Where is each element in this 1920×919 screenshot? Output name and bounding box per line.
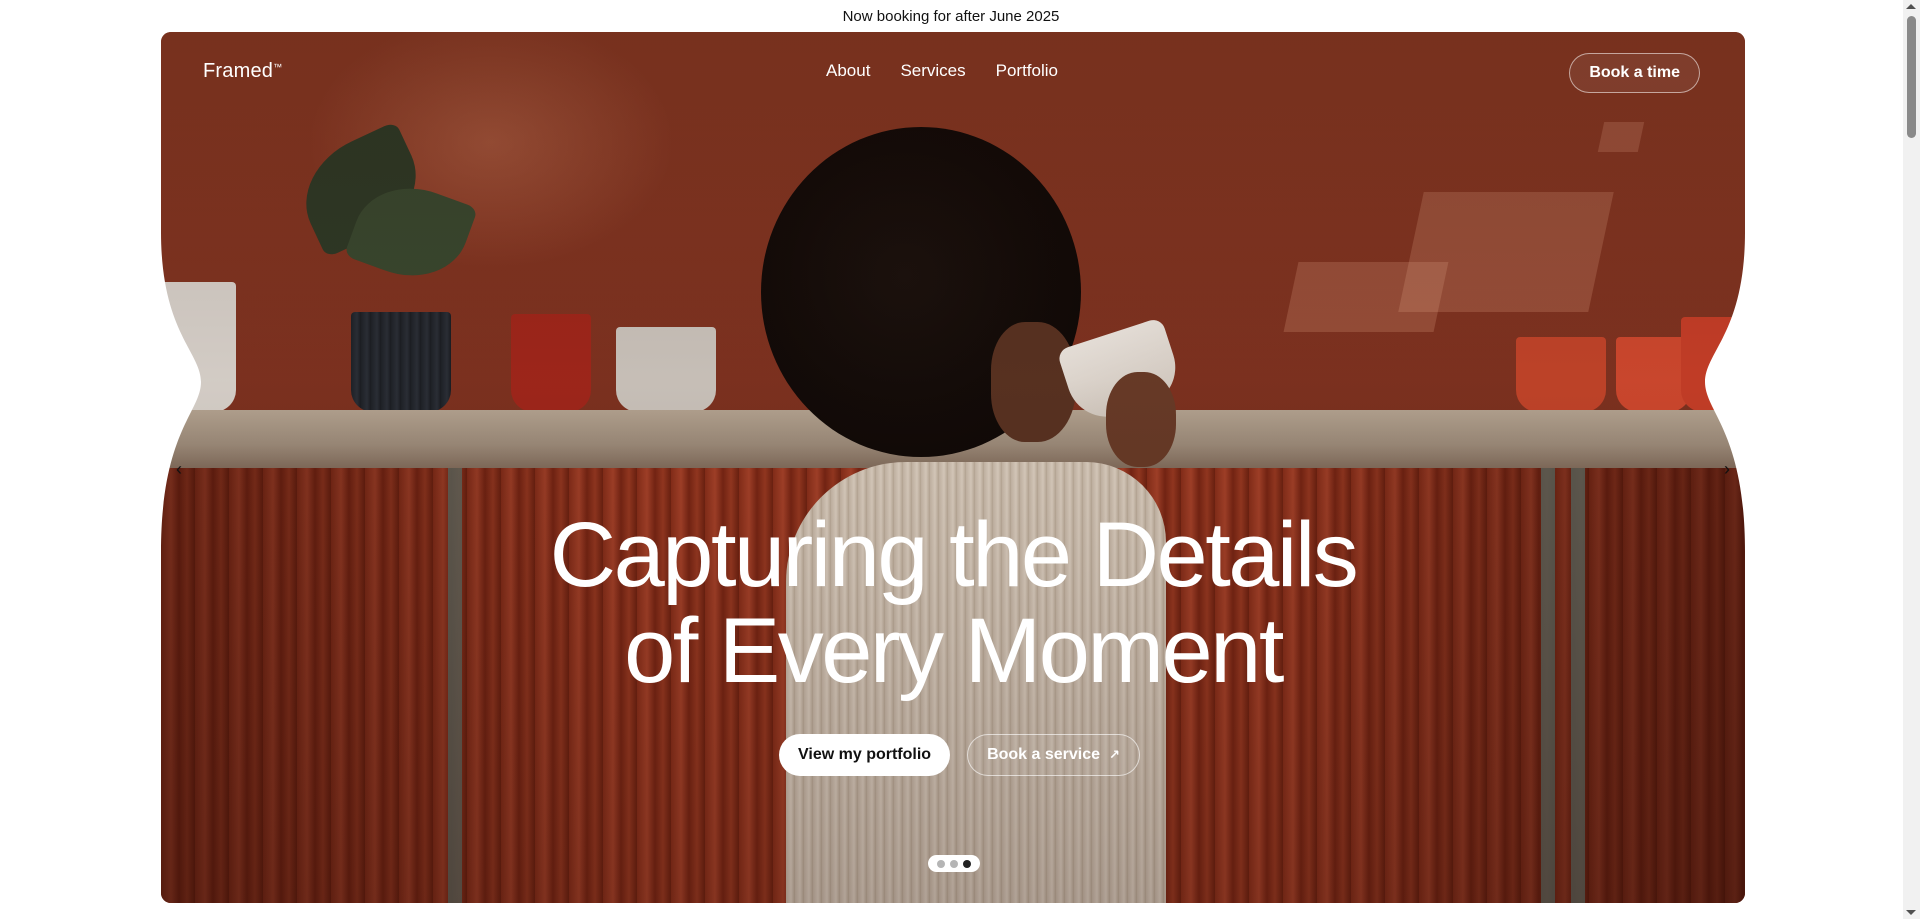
main-nav: About Services Portfolio bbox=[826, 61, 1058, 81]
book-service-button[interactable]: Book a service ↗ bbox=[967, 734, 1140, 776]
view-portfolio-button[interactable]: View my portfolio bbox=[779, 734, 951, 776]
book-a-time-button[interactable]: Book a time bbox=[1569, 53, 1700, 93]
trademark-mark: ™ bbox=[273, 62, 283, 72]
hero-slider: Framed™ About Services Portfolio Book a … bbox=[161, 32, 1745, 903]
page-scrollbar[interactable] bbox=[1903, 0, 1920, 919]
announcement-bar: Now booking for after June 2025 bbox=[0, 0, 1902, 32]
prev-slide-icon[interactable]: ‹ bbox=[165, 455, 193, 483]
headline-line-1: Capturing the Details bbox=[549, 504, 1359, 606]
slide-dot-1[interactable] bbox=[937, 859, 945, 868]
arrow-up-right-icon: ↗ bbox=[1109, 747, 1120, 762]
slide-dot-3-active[interactable] bbox=[963, 859, 971, 868]
nav-item-portfolio[interactable]: Portfolio bbox=[996, 61, 1058, 81]
hero-cta-group: View my portfolio Book a service ↗ bbox=[779, 734, 1140, 776]
next-slide-icon[interactable]: › bbox=[1713, 455, 1741, 483]
nav-item-services[interactable]: Services bbox=[900, 61, 965, 81]
hero-headline: Capturing the Details of Every Moment bbox=[161, 507, 1745, 699]
brand-name: Framed bbox=[203, 60, 274, 82]
slide-indicator bbox=[928, 855, 980, 872]
book-service-label: Book a service bbox=[987, 746, 1101, 763]
nav-item-about[interactable]: About bbox=[826, 61, 870, 81]
slide-dot-2[interactable] bbox=[950, 859, 958, 868]
scroll-thumb[interactable] bbox=[1907, 16, 1916, 138]
brand-logo[interactable]: Framed™ bbox=[203, 60, 282, 83]
announcement-text: Now booking for after June 2025 bbox=[842, 7, 1060, 25]
scroll-up-icon[interactable] bbox=[1906, 4, 1916, 9]
scroll-down-icon[interactable] bbox=[1906, 910, 1916, 915]
headline-line-2: of Every Moment bbox=[624, 600, 1284, 702]
